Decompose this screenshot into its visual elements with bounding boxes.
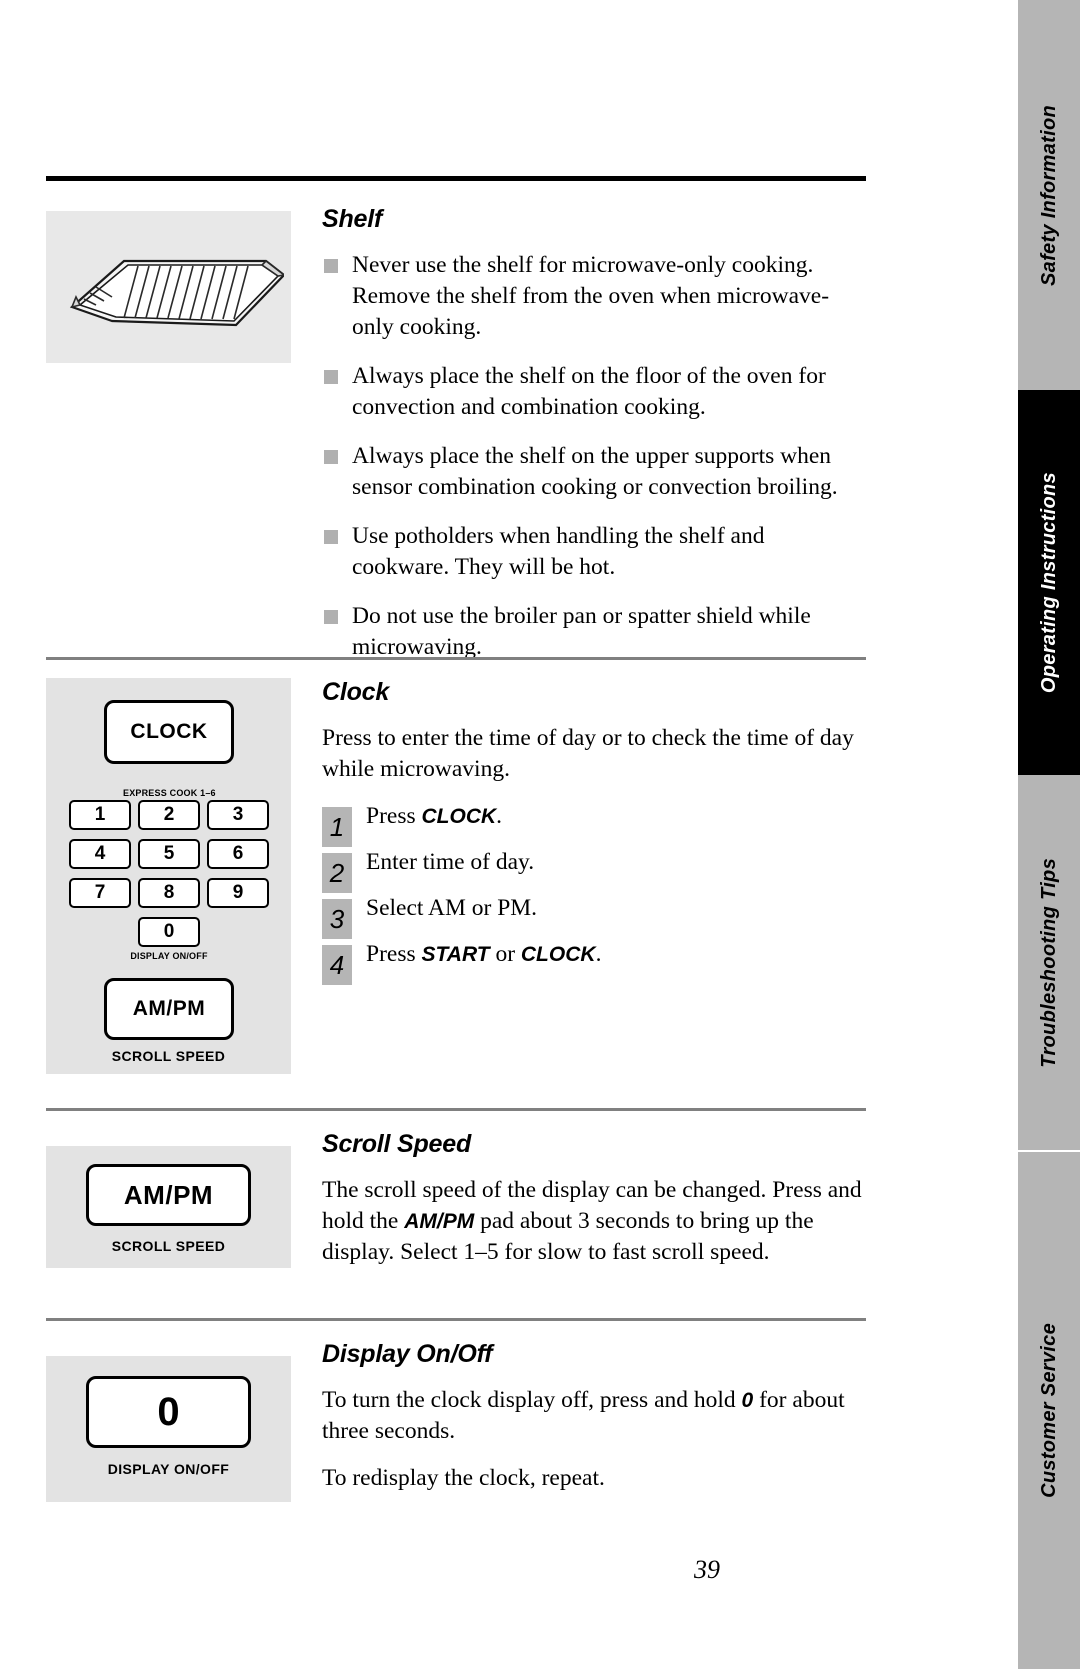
- step-number-badge: 2: [322, 853, 352, 893]
- divider-rule-2: [46, 1108, 866, 1111]
- bullet-text: Use potholders when handling the shelf a…: [352, 523, 765, 580]
- page-content: Shelf Never use the shelf for microwave-…: [0, 0, 908, 1669]
- bullet-square-icon: [324, 450, 338, 464]
- step-number-badge: 1: [322, 807, 352, 847]
- express-cook-label: EXPRESS COOK 1–6: [123, 788, 216, 798]
- display-onoff-paragraph-2: To redisplay the clock, repeat.: [322, 1465, 605, 1491]
- clock-steps-list: 1 Press CLOCK. 2 Enter time of day. 3 Se…: [322, 801, 867, 985]
- tab-operating-instructions-label: Operating Instructions: [1037, 471, 1060, 694]
- step-item-2: 2 Enter time of day.: [322, 847, 867, 893]
- bullet-square-icon: [324, 370, 338, 384]
- tab-troubleshooting-tips[interactable]: Troubleshooting Tips: [1018, 775, 1080, 1150]
- key-9[interactable]: 9: [207, 878, 269, 908]
- manual-page: Safety Information Operating Instruction…: [0, 0, 1080, 1669]
- tab-operating-instructions[interactable]: Operating Instructions: [1018, 390, 1080, 775]
- tab-troubleshooting-tips-label: Troubleshooting Tips: [1037, 857, 1060, 1068]
- ampm-key-large[interactable]: AM/PM: [86, 1164, 251, 1226]
- zero-key-large[interactable]: 0: [86, 1376, 251, 1448]
- key-1[interactable]: 1: [69, 800, 131, 830]
- list-item: Always place the shelf on the floor of t…: [322, 361, 867, 423]
- display-onoff-body: Display On/Off To turn the clock display…: [322, 1340, 867, 1510]
- shelf-bullet-list: Never use the shelf for microwave-only c…: [322, 250, 867, 663]
- list-item: Do not use the broiler pan or spatter sh…: [322, 601, 867, 663]
- bullet-text: Always place the shelf on the upper supp…: [352, 443, 838, 500]
- step-text-lead: Enter time of day.: [366, 849, 535, 875]
- zero-emphasis: 0: [741, 1389, 754, 1412]
- clock-heading: Clock: [322, 678, 390, 706]
- scroll-speed-figure: AM/PM SCROLL SPEED: [46, 1146, 291, 1268]
- bullet-square-icon: [324, 530, 338, 544]
- step-item-3: 3 Select AM or PM.: [322, 893, 867, 939]
- scroll-speed-body: Scroll Speed The scroll speed of the dis…: [322, 1130, 867, 1284]
- key-7[interactable]: 7: [69, 878, 131, 908]
- step-text-tail: .: [496, 803, 503, 829]
- clock-key[interactable]: CLOCK: [104, 700, 234, 764]
- key-8[interactable]: 8: [138, 878, 200, 908]
- bullet-text: Never use the shelf for microwave-only c…: [352, 252, 830, 340]
- bullet-square-icon: [324, 610, 338, 624]
- step-text-lead: Press: [366, 803, 422, 829]
- divider-rule-1: [46, 657, 866, 660]
- key-5[interactable]: 5: [138, 839, 200, 869]
- step-text-tail: .: [595, 941, 602, 967]
- oven-shelf-illustration: [69, 259, 284, 327]
- display-text-lead: To turn the clock display off, press and…: [322, 1387, 742, 1413]
- tab-customer-service[interactable]: Customer Service: [1018, 1152, 1080, 1669]
- key-3[interactable]: 3: [207, 800, 269, 830]
- step-text-lead: Select AM or PM.: [366, 895, 538, 921]
- list-item: Always place the shelf on the upper supp…: [322, 441, 867, 503]
- clock-intro: Press to enter the time of day or to che…: [322, 725, 854, 782]
- step-item-4: 4 Press START or CLOCK.: [322, 939, 867, 985]
- ampm-key[interactable]: AM/PM: [104, 978, 234, 1040]
- display-onoff-paragraph-1: To turn the clock display off, press and…: [322, 1385, 867, 1447]
- scroll-speed-paragraph: The scroll speed of the display can be c…: [322, 1175, 867, 1268]
- divider-rule-3: [46, 1318, 866, 1321]
- tab-customer-service-label: Customer Service: [1037, 1323, 1060, 1498]
- tab-safety-information-label: Safety Information: [1037, 104, 1060, 286]
- step-item-1: 1 Press CLOCK.: [322, 801, 867, 847]
- step-emphasis-start: START: [421, 943, 490, 966]
- shelf-heading: Shelf: [322, 205, 383, 233]
- list-item: Use potholders when handling the shelf a…: [322, 521, 867, 583]
- bullet-text: Always place the shelf on the floor of t…: [352, 363, 826, 420]
- clock-keypad-figure: CLOCK EXPRESS COOK 1–6 1 2 3 4 5 6 7 8 9…: [46, 678, 291, 1074]
- step-text-mid: or: [489, 941, 521, 967]
- display-onoff-heading: Display On/Off: [322, 1340, 493, 1368]
- display-onoff-figure-caption: DISPLAY ON/OFF: [107, 1461, 230, 1477]
- scroll-speed-heading: Scroll Speed: [322, 1130, 472, 1158]
- ampm-emphasis: AM/PM: [404, 1210, 475, 1233]
- key-4[interactable]: 4: [69, 839, 131, 869]
- tab-safety-information[interactable]: Safety Information: [1018, 0, 1080, 390]
- bullet-text: Do not use the broiler pan or spatter sh…: [352, 603, 811, 660]
- shelf-figure: [46, 211, 291, 363]
- key-2[interactable]: 2: [138, 800, 200, 830]
- step-emphasis-clock: CLOCK: [520, 943, 596, 966]
- step-number-badge: 4: [322, 945, 352, 985]
- scroll-speed-figure-caption: SCROLL SPEED: [111, 1238, 226, 1254]
- step-number-badge: 3: [322, 899, 352, 939]
- list-item: Never use the shelf for microwave-only c…: [322, 250, 867, 343]
- step-emphasis: CLOCK: [421, 805, 497, 828]
- scroll-speed-caption: SCROLL SPEED: [111, 1048, 226, 1064]
- key-6[interactable]: 6: [207, 839, 269, 869]
- shelf-body: Shelf Never use the shelf for microwave-…: [322, 205, 867, 681]
- top-rule: [46, 176, 866, 181]
- bullet-square-icon: [324, 259, 338, 273]
- key-0[interactable]: 0: [138, 917, 200, 947]
- display-onoff-mini-label: DISPLAY ON/OFF: [130, 951, 208, 961]
- display-onoff-figure: 0 DISPLAY ON/OFF: [46, 1356, 291, 1502]
- step-text-lead: Press: [366, 941, 422, 967]
- clock-body: Clock Press to enter the time of day or …: [322, 678, 867, 985]
- section-tabs-sidebar: Safety Information Operating Instruction…: [968, 0, 1080, 1669]
- page-number: 39: [694, 1555, 720, 1584]
